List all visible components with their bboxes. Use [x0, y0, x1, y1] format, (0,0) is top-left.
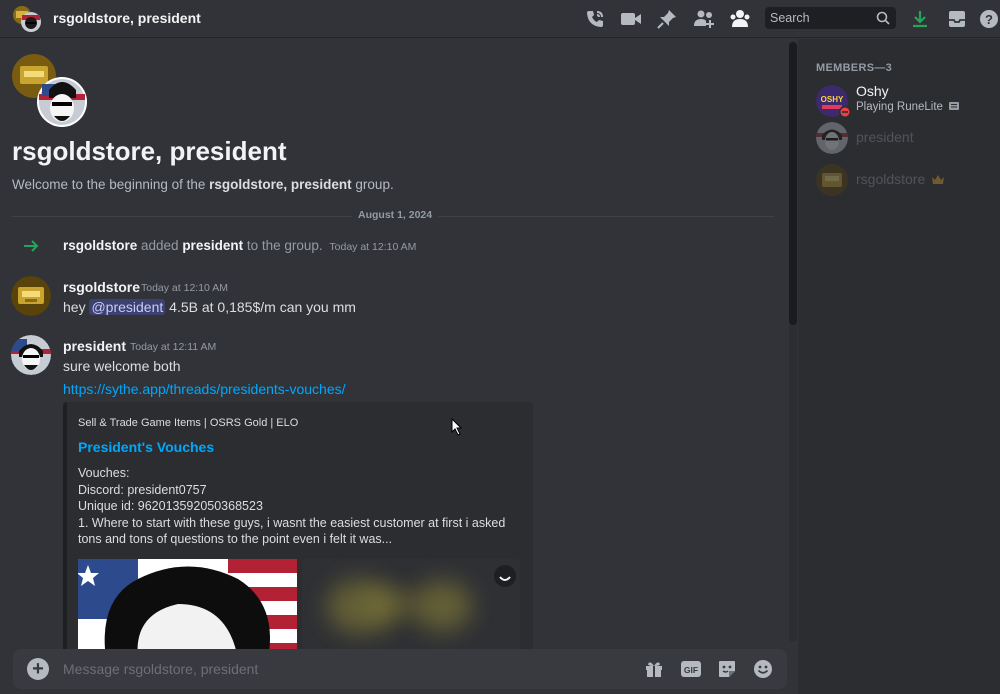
message-timestamp: Today at 12:11 AM	[130, 341, 217, 353]
member-list: MEMBERS—3 OSHY Oshy Playing RuneLite pre…	[798, 39, 1000, 694]
arrow-right-icon	[24, 240, 39, 252]
message-text: hey @president 4.5B at 0,185$/m can you …	[63, 299, 356, 315]
avatar-president[interactable]	[11, 335, 51, 375]
embed-line: 1. Where to start with these guys, i was…	[78, 515, 506, 547]
system-message-text: rsgoldstore added president to the group…	[63, 238, 416, 253]
embed-line: Vouches:	[78, 466, 130, 480]
system-action: added	[137, 238, 183, 253]
embed-image-loading[interactable]	[302, 559, 520, 659]
message-composer: + GIF	[13, 649, 787, 689]
inbox-icon[interactable]	[946, 8, 968, 30]
search-icon	[876, 11, 890, 25]
member-name: president	[856, 129, 914, 145]
member-item-president[interactable]: president	[806, 118, 992, 158]
embed-provider[interactable]: Sell & Trade Game Items | OSRS Gold | EL…	[78, 417, 298, 429]
chat-scrollbar-thumb[interactable]	[789, 42, 797, 325]
member-activity: Playing RuneLite	[856, 101, 960, 113]
link-embed: Sell & Trade Game Items | OSRS Gold | EL…	[63, 402, 533, 662]
video-icon[interactable]	[620, 8, 642, 30]
avatar	[816, 122, 848, 154]
welcome-subtitle-name: rsgoldstore, president	[209, 177, 352, 192]
member-item-oshy[interactable]: OSHY Oshy Playing RuneLite	[806, 81, 992, 121]
system-suffix: to the group.	[243, 238, 323, 253]
phone-call-icon[interactable]	[584, 8, 606, 30]
members-header: MEMBERS—3	[816, 62, 893, 74]
gif-icon[interactable]: GIF	[680, 658, 702, 680]
message-text-suffix: 4.5B at 0,185$/m can you mm	[165, 299, 356, 315]
members-icon[interactable]	[729, 8, 751, 30]
channel-header: rsgoldstore, president ?	[0, 0, 1000, 38]
pin-icon[interactable]	[656, 8, 678, 30]
emoji-icon[interactable]	[752, 658, 774, 680]
svg-text:OSHY: OSHY	[821, 95, 844, 104]
message-input[interactable]	[63, 649, 623, 689]
date-divider-label: August 1, 2024	[352, 209, 439, 221]
message-author[interactable]: rsgoldstore	[63, 279, 140, 295]
loading-spinner-icon	[494, 565, 516, 587]
welcome-subtitle: Welcome to the beginning of the rsgoldst…	[12, 177, 394, 192]
system-target[interactable]: president	[182, 238, 243, 253]
svg-text:?: ?	[985, 12, 993, 27]
avatar	[816, 164, 848, 196]
chat-area: rsgoldstore, president Welcome to the be…	[0, 39, 787, 694]
embed-image[interactable]	[78, 559, 297, 659]
crown-icon	[932, 175, 945, 184]
help-icon[interactable]: ?	[978, 8, 1000, 30]
svg-text:GIF: GIF	[684, 665, 698, 675]
system-timestamp: Today at 12:10 AM	[329, 241, 417, 253]
group-welcome-avatar	[12, 54, 88, 129]
member-name: Oshy	[856, 83, 889, 99]
message-timestamp: Today at 12:10 AM	[141, 282, 228, 294]
download-icon[interactable]	[909, 8, 931, 30]
member-name-text: rsgoldstore	[856, 171, 926, 187]
welcome-subtitle-suffix: group.	[351, 177, 394, 192]
channel-title: rsgoldstore, president	[53, 10, 201, 26]
embed-title[interactable]: President's Vouches	[78, 439, 214, 455]
embed-line: Unique id: 962013592050368523	[78, 499, 263, 513]
welcome-subtitle-prefix: Welcome to the beginning of the	[12, 177, 210, 192]
plus-icon[interactable]: +	[27, 658, 49, 680]
system-actor[interactable]: rsgoldstore	[63, 238, 137, 253]
gift-icon[interactable]	[643, 658, 665, 680]
welcome-title: rsgoldstore, president	[12, 136, 287, 166]
avatar-rsgoldstore[interactable]	[11, 276, 51, 316]
embed-line: Discord: president0757	[78, 482, 207, 497]
search-input[interactable]	[765, 7, 870, 29]
message-text-prefix: hey	[63, 299, 90, 315]
dnd-status-icon	[839, 106, 851, 118]
member-activity-text: Playing RuneLite	[856, 101, 943, 113]
sticker-icon[interactable]	[716, 658, 738, 680]
member-name: rsgoldstore	[856, 171, 945, 187]
message-text: sure welcome both	[63, 358, 181, 374]
mouse-cursor-icon	[451, 418, 463, 436]
member-item-rsgoldstore[interactable]: rsgoldstore	[806, 160, 992, 200]
message-author[interactable]: president	[63, 338, 126, 354]
app-icon	[949, 102, 960, 110]
system-message: rsgoldstore added president to the group…	[0, 238, 787, 256]
message-link[interactable]: https://sythe.app/threads/presidents-vou…	[63, 381, 346, 397]
embed-description: Vouches: Discord: president0757 Unique i…	[78, 465, 528, 548]
user-mention[interactable]: @president	[89, 299, 166, 315]
group-avatar	[12, 5, 42, 33]
add-friend-icon[interactable]	[693, 8, 715, 30]
search-box[interactable]	[765, 7, 896, 29]
